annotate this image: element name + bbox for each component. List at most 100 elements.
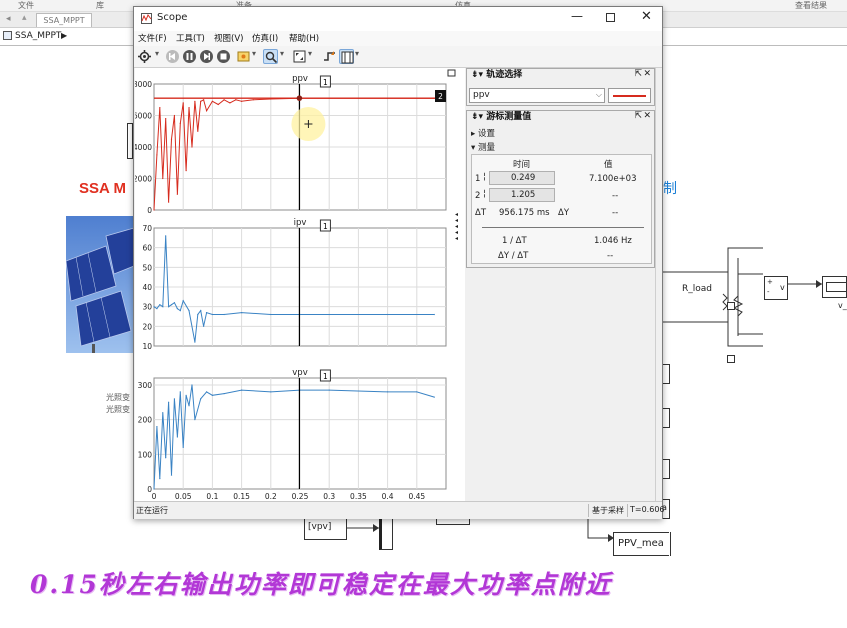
status-time: T=0.606	[630, 505, 665, 514]
cursor-measurements-icon[interactable]	[339, 49, 354, 64]
dy-dt-label: ΔY / ΔT	[498, 251, 529, 261]
gear-icon[interactable]	[137, 49, 152, 64]
step-back-icon[interactable]	[165, 49, 180, 64]
data-point-ipv-2	[159, 304, 161, 306]
scope-menubar: 文件(F) 工具(T) 视图(V) 仿真(I) 帮助(H)	[134, 31, 662, 46]
delta-y-value: --	[612, 208, 619, 218]
data-point-ppv-11	[185, 170, 187, 172]
col-value-header: 值	[604, 160, 613, 170]
scope-scrollbar[interactable]	[655, 68, 662, 501]
panel-menu-icon[interactable]: ⇟▾	[471, 70, 483, 80]
voltage-measurement-block[interactable]: + - v	[764, 276, 788, 300]
data-point-ipv-8	[176, 308, 178, 310]
video-caption: 0.15秒左右输出功率即可稳定在最大功率点附近	[30, 570, 612, 599]
ytick-ipv-3: 40	[142, 283, 152, 292]
cursor1-tag-label-ppv: 1	[323, 78, 328, 87]
menu-help[interactable]: 帮助(H)	[289, 32, 319, 44]
panel-close-icon[interactable]: ✕	[643, 69, 651, 79]
goto-block-2[interactable]	[662, 408, 670, 428]
breadcrumb-arrow-icon[interactable]: ▶	[61, 31, 67, 40]
r-load-label: R_load	[682, 284, 712, 294]
cursor-measurements-panel: ⇟▾ 游标测量值 ⇱ ✕ ▸ 设置 ▾ 测量 时间 值 1 ¦ 0.249 7.…	[466, 110, 655, 268]
vpv-wire	[347, 524, 379, 532]
data-point-vpv-14	[194, 419, 196, 421]
xtick-8: 0.4	[382, 492, 394, 501]
autoscale-dropdown-icon[interactable]: ▾	[308, 49, 312, 58]
triggers-icon[interactable]	[322, 49, 337, 64]
data-point-ipv-5	[168, 306, 170, 308]
settings-section-toggle[interactable]: ▸ 设置	[471, 127, 495, 139]
panel-collapse-icon[interactable]: ◂ ◂ ◂ ◂ ◂	[455, 212, 458, 242]
stop-icon[interactable]	[216, 49, 231, 64]
ribbon-results[interactable]: 查看结果	[795, 0, 827, 11]
highlight-icon[interactable]	[236, 49, 251, 64]
data-point-ipv-19	[241, 311, 243, 314]
scope-plot-area[interactable]: 0 2000 4000 6000 8000 ppv 1 10 20 30 40 50 60 70 ipv 1 0…	[133, 68, 465, 501]
zoom-icon[interactable]	[263, 49, 278, 64]
autoscale-icon[interactable]	[292, 49, 307, 64]
minimize-icon[interactable]: —	[571, 9, 583, 23]
undock-icon[interactable]: ⇱	[634, 69, 642, 79]
data-point-ppv-0	[153, 209, 155, 211]
scope-window[interactable]: Scope — ✕ 文件(F) 工具(T) 视图(V) 仿真(I) 帮助(H) …	[133, 6, 665, 519]
model-tab[interactable]: SSA_MPPT	[36, 13, 92, 27]
ribbon-library[interactable]: 库	[96, 0, 104, 11]
zoom-dropdown-icon[interactable]: ▾	[280, 49, 284, 58]
menu-tools[interactable]: 工具(T)	[176, 32, 205, 44]
scope-toolbar: ▾ ▾ ▾ ▾ ▾	[134, 46, 662, 68]
trace-color-swatch[interactable]	[608, 88, 651, 103]
maximize-icon[interactable]	[606, 13, 615, 22]
scope-plots-svg[interactable]: 02000400060008000ppv 110203040506070ipv 10…	[133, 68, 465, 501]
menu-view[interactable]: 视图(V)	[214, 32, 243, 44]
data-point-ppv-1	[156, 154, 158, 156]
table-divider	[482, 227, 644, 228]
chevron-down-icon[interactable]: ⌵	[596, 90, 602, 100]
row2-time-field[interactable]: 1.205	[489, 188, 555, 202]
panel-close-icon-2[interactable]: ✕	[643, 111, 651, 121]
ytick-vpv-2: 200	[138, 416, 153, 425]
xtick-3: 0.15	[233, 492, 250, 501]
data-point-ipv-1	[156, 308, 158, 310]
goto-ppv-mea[interactable]: PPV_mea	[613, 532, 669, 556]
panel-menu-icon-2[interactable]: ⇟▾	[471, 112, 483, 122]
scope-display-block[interactable]	[822, 276, 847, 298]
from-vpv[interactable]: [vpv]	[304, 516, 347, 540]
ytick-vpv-3: 300	[138, 381, 153, 390]
trace-panel-header: ⇟▾ 轨迹选择	[467, 69, 654, 82]
ytick-ipv-5: 60	[142, 244, 152, 253]
settings-label: 设置	[477, 129, 495, 139]
menu-simulation[interactable]: 仿真(I)	[252, 32, 278, 44]
gear-dropdown-icon[interactable]: ▾	[155, 49, 159, 58]
step-forward-icon[interactable]	[199, 49, 214, 64]
trace-selection-panel: ⇟▾ 轨迹选择 ⇱ ✕ ppv ⌵	[466, 68, 655, 106]
goto-ppv-mea-label: PPV_mea	[618, 538, 664, 549]
run-icon[interactable]	[182, 49, 197, 64]
goto-block-1[interactable]	[662, 364, 670, 384]
ribbon-file[interactable]: 文件	[18, 0, 34, 11]
trace-select[interactable]: ppv ⌵	[469, 88, 605, 103]
row1-time-field[interactable]: 0.249	[489, 171, 555, 185]
up-arrow-icon[interactable]: ▴	[22, 13, 27, 23]
menu-file[interactable]: 文件(F)	[138, 32, 167, 44]
measure-section-toggle[interactable]: ▾ 测量	[471, 141, 495, 153]
vout-label: v_	[838, 301, 847, 310]
scope-titlebar[interactable]: Scope — ✕	[134, 7, 662, 31]
trace-panel-title: 轨迹选择	[486, 70, 523, 80]
close-icon[interactable]: ✕	[641, 9, 652, 24]
inv-dt-label: 1 / ΔT	[502, 236, 527, 246]
model-title-fragment-right: 制	[663, 181, 677, 197]
data-point-ipv-14	[200, 310, 202, 312]
measure-dropdown-icon[interactable]: ▾	[355, 49, 359, 58]
data-point-ppv-3	[162, 177, 164, 180]
data-point-ipv-17	[211, 313, 213, 316]
data-point-vpv-22	[328, 389, 330, 391]
breadcrumb-model[interactable]: SSA_MPPT	[15, 31, 61, 41]
highlight-dropdown-icon[interactable]: ▾	[252, 49, 256, 58]
xtick-4: 0.2	[265, 492, 277, 501]
undock-icon-2[interactable]: ⇱	[634, 111, 642, 121]
goto-block-3[interactable]	[662, 459, 670, 479]
back-arrow-icon[interactable]: ◂	[6, 14, 11, 24]
cursor-panel-title: 游标测量值	[486, 112, 532, 122]
annotation-line1: 光照变	[106, 393, 130, 402]
scope-window-title: Scope	[157, 12, 188, 23]
